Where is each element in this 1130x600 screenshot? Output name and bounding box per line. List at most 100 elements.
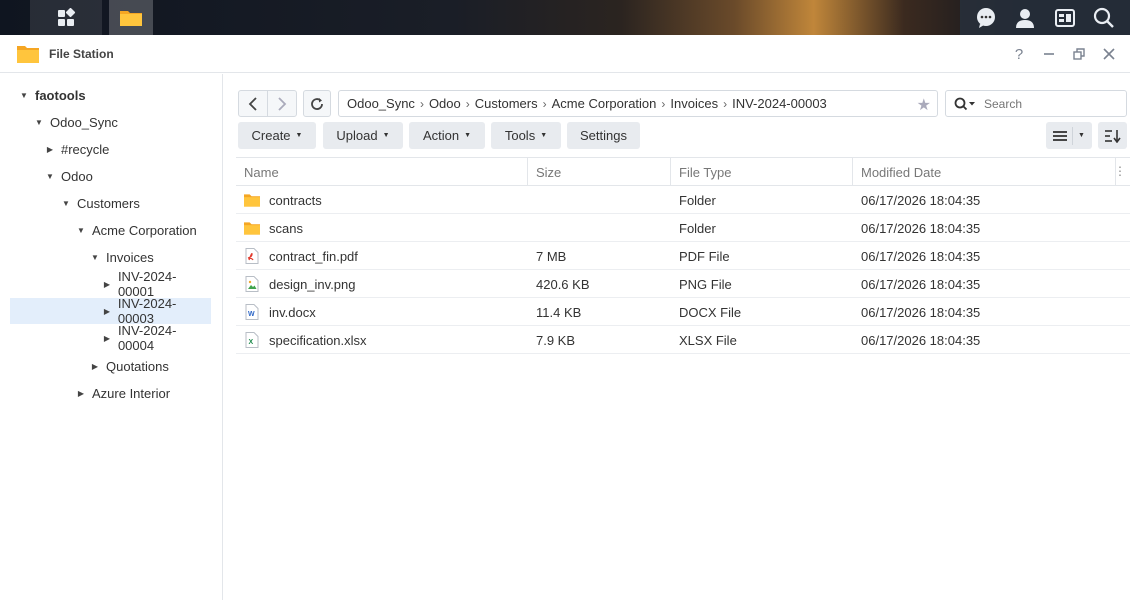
table-row[interactable]: W inv.docx 11.4 KB DOCX File 06/17/2026 …	[236, 298, 1130, 326]
close-button[interactable]	[1094, 39, 1124, 69]
forward-button[interactable]	[267, 90, 297, 117]
file-name: design_inv.png	[269, 276, 356, 292]
star-icon[interactable]: ★	[917, 95, 931, 115]
file-size: 11.4 KB	[536, 304, 582, 320]
tree-item-odoo-sync[interactable]: ▼ Odoo_Sync	[0, 109, 212, 135]
collapsed-arrow-icon[interactable]: ▶	[102, 307, 112, 316]
file-size	[528, 186, 536, 214]
file-type: Folder	[679, 192, 716, 208]
excel-icon: X	[244, 332, 260, 348]
table-header: Name Size File Type Modified Date ⋮	[236, 157, 1130, 186]
file-modified: 06/17/2026 18:04:35	[861, 332, 981, 348]
restore-button[interactable]	[1064, 39, 1094, 69]
main-menu-button[interactable]	[30, 0, 102, 35]
file-name: inv.docx	[269, 304, 316, 320]
tree-item-odoo[interactable]: ▼ Odoo	[0, 163, 212, 189]
column-header-size[interactable]: Size	[528, 158, 671, 186]
search-icon[interactable]	[954, 97, 976, 111]
collapsed-arrow-icon[interactable]: ▶	[102, 280, 112, 289]
search-input[interactable]	[984, 96, 1104, 111]
chevron-left-icon	[248, 96, 257, 111]
file-name: specification.xlsx	[269, 332, 367, 348]
file-table: Name Size File Type Modified Date ⋮ cont…	[236, 157, 1130, 354]
file-station-icon	[17, 45, 39, 63]
search-icon[interactable]	[1089, 3, 1119, 33]
expanded-arrow-icon[interactable]: ▼	[76, 226, 86, 235]
tree-item-customers[interactable]: ▼ Customers	[0, 190, 212, 216]
column-options-icon[interactable]: ⋮	[1114, 164, 1126, 178]
tree-item-faotools[interactable]: ▼ faotools	[0, 82, 212, 108]
window-controls: ?	[1004, 35, 1124, 73]
tree-item-label: Customers	[77, 195, 140, 211]
breadcrumb-invoices[interactable]: Invoices	[670, 96, 718, 111]
create-label: Create	[251, 128, 291, 143]
tree-item-azure-interior[interactable]: ▶ Azure Interior	[0, 380, 212, 406]
column-header-modified[interactable]: Modified Date	[853, 158, 1116, 186]
collapsed-arrow-icon[interactable]: ▶	[90, 362, 100, 371]
refresh-button[interactable]	[303, 90, 331, 117]
help-button[interactable]: ?	[1004, 39, 1034, 69]
minimize-button[interactable]	[1034, 39, 1064, 69]
expanded-arrow-icon[interactable]: ▼	[90, 253, 100, 262]
action-button[interactable]: Action ▼	[409, 122, 485, 149]
image-icon	[244, 276, 260, 292]
tree-item-recycle[interactable]: ▶ #recycle	[0, 136, 212, 162]
tree-item-invoices[interactable]: ▼ Invoices	[0, 244, 212, 270]
expanded-arrow-icon[interactable]: ▼	[34, 118, 44, 127]
upload-button[interactable]: Upload ▼	[323, 122, 403, 149]
file-type: XLSX File	[679, 332, 737, 348]
expanded-arrow-icon[interactable]: ▼	[19, 91, 29, 100]
file-modified: 06/17/2026 18:04:35	[861, 220, 981, 236]
table-row[interactable]: design_inv.png 420.6 KB PNG File 06/17/2…	[236, 270, 1130, 298]
file-size: 7.9 KB	[536, 332, 576, 348]
settings-button[interactable]: Settings	[567, 122, 640, 149]
breadcrumb-current[interactable]: INV-2024-00003	[732, 96, 827, 111]
create-button[interactable]: Create ▼	[238, 122, 316, 149]
collapsed-arrow-icon[interactable]: ▶	[45, 145, 55, 154]
collapsed-arrow-icon[interactable]: ▶	[76, 389, 86, 398]
caret-down-icon: ▼	[382, 132, 390, 139]
chat-icon[interactable]	[971, 3, 1001, 33]
back-button[interactable]	[238, 90, 268, 117]
tree-item-inv-2024-00003[interactable]: ▶ INV-2024-00003	[10, 296, 211, 326]
tree-item-quotations[interactable]: ▶ Quotations	[0, 353, 212, 379]
refresh-icon	[311, 97, 323, 110]
folder-icon	[120, 10, 142, 26]
svg-text:W: W	[248, 311, 255, 318]
table-row[interactable]: X specification.xlsx 7.9 KB XLSX File 06…	[236, 326, 1130, 354]
address-bar[interactable]: Odoo_Sync › Odoo › Customers › Acme Corp…	[338, 90, 938, 117]
table-row[interactable]: contracts Folder 06/17/2026 18:04:35	[236, 186, 1130, 214]
tree-item-acme-corporation[interactable]: ▼ Acme Corporation	[0, 217, 212, 243]
file-size: 7 MB	[536, 248, 567, 264]
search-box[interactable]	[945, 90, 1127, 117]
column-header-name[interactable]: Name	[236, 158, 528, 186]
widgets-icon[interactable]	[1050, 3, 1080, 33]
column-header-type[interactable]: File Type	[671, 158, 853, 186]
breadcrumb-acme-corporation[interactable]: Acme Corporation	[552, 96, 657, 111]
expanded-arrow-icon[interactable]: ▼	[61, 199, 71, 208]
user-icon[interactable]	[1010, 3, 1040, 33]
breadcrumb-odoo[interactable]: Odoo	[429, 96, 461, 111]
breadcrumb-odoo-sync[interactable]: Odoo_Sync	[347, 96, 415, 111]
tree-item-label: Acme Corporation	[92, 222, 197, 238]
pdf-icon	[244, 248, 260, 264]
tree-item-inv-2024-00001[interactable]: ▶ INV-2024-00001	[0, 269, 212, 299]
tree-item-label: Odoo	[61, 168, 93, 184]
tools-button[interactable]: Tools ▼	[491, 122, 561, 149]
file-name: scans	[269, 220, 303, 236]
grid-icon	[58, 7, 76, 26]
table-row[interactable]: scans Folder 06/17/2026 18:04:35	[236, 214, 1130, 242]
sort-button[interactable]	[1098, 122, 1127, 149]
file-name: contracts	[269, 192, 322, 208]
breadcrumb-customers[interactable]: Customers	[475, 96, 538, 111]
view-mode-button[interactable]: ▼	[1046, 122, 1092, 149]
tree-item-label: INV-2024-00003	[117, 296, 177, 326]
expanded-arrow-icon[interactable]: ▼	[45, 172, 55, 181]
table-row[interactable]: contract_fin.pdf 7 MB PDF File 06/17/202…	[236, 242, 1130, 270]
tree-item-inv-2024-00004[interactable]: ▶ INV-2024-00004	[0, 323, 212, 353]
sort-icon	[1104, 129, 1121, 143]
upload-label: Upload	[336, 128, 378, 143]
collapsed-arrow-icon[interactable]: ▶	[102, 334, 112, 343]
file-station-taskbar-button[interactable]	[109, 0, 153, 35]
tree-item-label: INV-2024-00001	[117, 269, 177, 299]
